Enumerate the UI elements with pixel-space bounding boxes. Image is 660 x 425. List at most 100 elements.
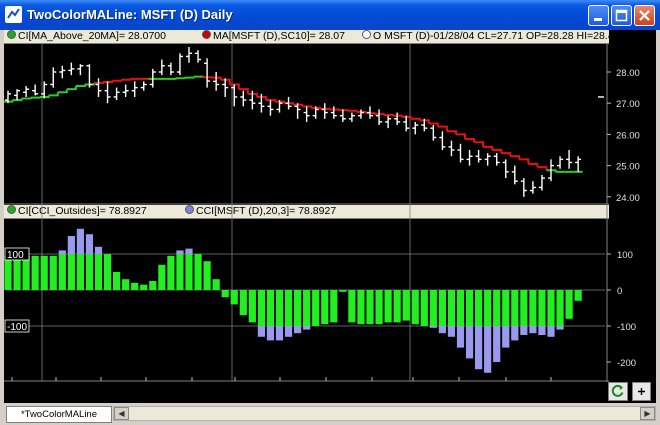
add-pane-button[interactable]	[632, 382, 651, 401]
cci-bar	[194, 254, 202, 290]
cci-bar	[411, 290, 419, 325]
price-bar	[140, 81, 147, 91]
cci-bar-outside	[484, 326, 492, 373]
cci-bar-outside	[538, 326, 546, 335]
maximize-button[interactable]	[611, 5, 632, 26]
ma-segment	[492, 149, 503, 154]
cci-bar	[475, 290, 483, 326]
price-bar	[566, 150, 573, 169]
cci-bar	[520, 290, 528, 326]
price-bar	[394, 112, 401, 126]
ma-segment	[519, 158, 530, 165]
cci-bar	[58, 254, 66, 290]
cci-tick-label: -200	[617, 358, 636, 369]
close-button[interactable]	[634, 5, 655, 26]
cci-bar	[85, 254, 94, 290]
cci-bar	[230, 290, 238, 305]
cci-bar	[113, 272, 121, 290]
price-bar	[520, 178, 527, 197]
price-bar	[339, 109, 346, 122]
price-bar	[330, 106, 337, 119]
ma-segment	[30, 96, 41, 99]
ma-segment	[483, 145, 494, 150]
price-tick-label: 25.00	[616, 162, 640, 173]
cci-tick-label: -100	[617, 322, 636, 333]
price-bar	[113, 87, 120, 101]
cci-bar	[330, 290, 338, 323]
ma-segment	[437, 125, 448, 132]
cci-bar	[67, 254, 75, 290]
cci-bar	[529, 290, 537, 326]
price-bar	[131, 81, 138, 97]
price-bar	[303, 106, 310, 122]
price-bar	[321, 103, 328, 119]
cci-bar	[185, 254, 193, 290]
ma-segment	[528, 163, 539, 168]
price-bar	[240, 90, 247, 107]
cci-bar	[339, 290, 347, 292]
cci-bar-outside	[447, 326, 456, 337]
price-bars	[5, 47, 604, 197]
plus-icon	[638, 388, 645, 395]
cci-bar	[456, 290, 465, 326]
price-bar	[466, 150, 473, 166]
cci-bar	[140, 284, 148, 290]
cci-bar	[203, 261, 211, 290]
cci-bar	[493, 290, 501, 326]
cci-bar	[131, 282, 139, 290]
scroll-right-button[interactable]: ▶	[640, 407, 655, 420]
cci-bar-outside	[493, 326, 501, 362]
app-icon	[5, 6, 22, 23]
cci-bar	[348, 290, 356, 323]
cci-bar-outside	[85, 234, 94, 254]
cci-bar	[149, 281, 157, 290]
cci-bar	[402, 290, 410, 321]
ma-segment	[48, 92, 59, 97]
price-bar	[95, 78, 102, 97]
ma-segment	[66, 86, 77, 91]
cci-bar	[40, 255, 48, 290]
cci-bar-outside	[76, 228, 84, 254]
refresh-button[interactable]	[608, 382, 628, 401]
cci-bar	[366, 290, 374, 325]
cci-bar	[447, 290, 456, 326]
cci-bar	[167, 255, 175, 290]
chart-canvas[interactable]: 28.00 27.00 26.00 25.00 24.00 100 0 -100 -200 100…	[4, 30, 656, 382]
price-tick-label: 26.00	[616, 130, 640, 141]
ma-segment	[537, 166, 548, 171]
price-bar	[158, 59, 165, 76]
price-bar	[376, 109, 383, 126]
horizontal-scrollbar[interactable]: ◀ ▶	[113, 406, 656, 421]
price-bar	[14, 89, 21, 101]
price-bar	[122, 84, 129, 97]
cci-histogram	[4, 228, 582, 373]
scroll-left-button[interactable]: ◀	[114, 407, 129, 420]
price-bar	[538, 174, 545, 191]
ma-segment	[21, 97, 32, 100]
price-bar	[267, 100, 274, 116]
minimize-button[interactable]	[588, 5, 609, 26]
ma-segment	[501, 152, 512, 157]
cci-bar-outside	[475, 326, 483, 370]
cci-bar-outside	[547, 326, 555, 337]
cci-bar	[393, 290, 401, 323]
cci-bar	[438, 290, 446, 326]
cci-bar	[76, 254, 84, 290]
chart-area[interactable]: CI[MA_Above_20MA]= 28.0700 MA[MSFT (D),S…	[4, 30, 656, 403]
ma-segment	[121, 78, 132, 81]
chevron-left-icon: ◀	[118, 409, 125, 418]
title-bar[interactable]: TwoColorMALine: MSFT (D) Daily	[0, 0, 660, 30]
ma-segment	[446, 130, 457, 135]
ma-segment	[75, 84, 86, 88]
price-bar	[222, 78, 229, 97]
cci-bar	[429, 290, 437, 326]
cci-bar-outside	[502, 326, 510, 348]
cci-tick-label: 100	[617, 250, 633, 261]
cci-bar	[538, 290, 546, 326]
cci-bar	[49, 255, 57, 290]
sheet-tab[interactable]: *TwoColorMALine	[6, 406, 112, 423]
cci-bar-outside	[266, 326, 275, 341]
price-bar	[213, 72, 220, 91]
bottom-bar: *TwoColorMALine ◀ ▶	[0, 403, 660, 425]
cci-level-label: -100	[7, 322, 27, 333]
